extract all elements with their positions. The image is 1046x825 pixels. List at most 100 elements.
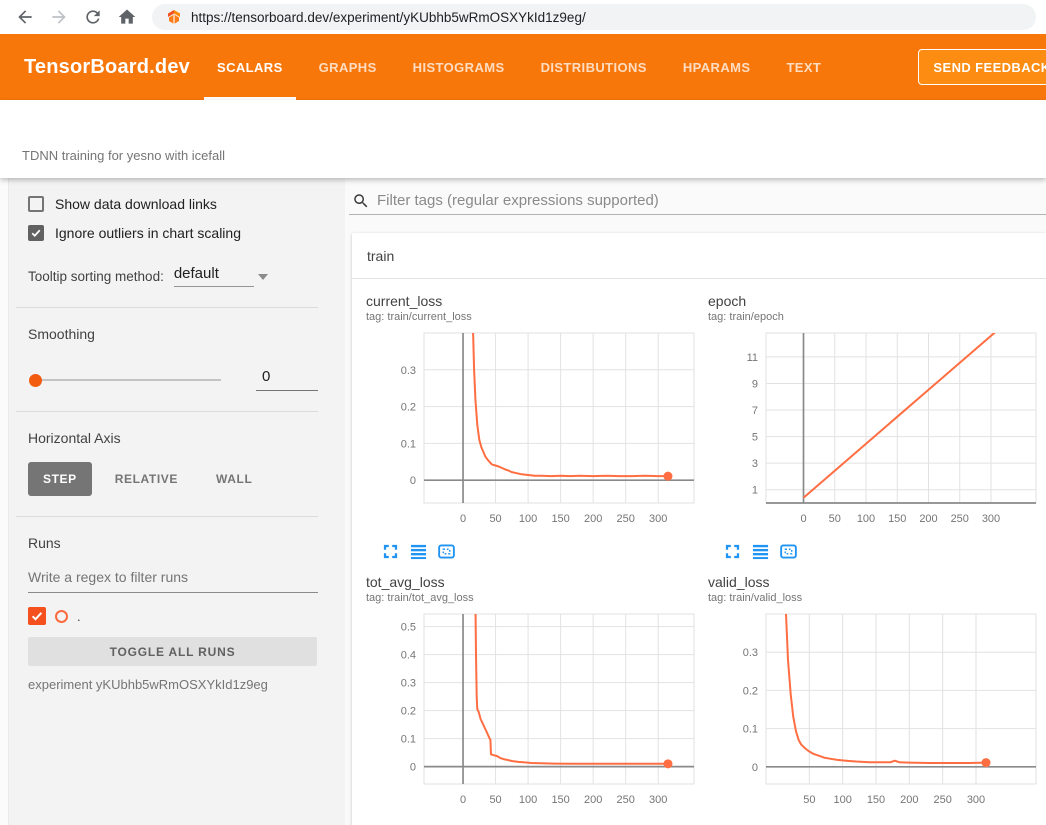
axis-step-button[interactable]: STEP xyxy=(28,462,92,496)
chevron-down-icon xyxy=(258,274,268,280)
svg-text:200: 200 xyxy=(584,794,602,806)
nav-tabs: SCALARS GRAPHS HISTOGRAMS DISTRIBUTIONS HPAR… xyxy=(212,34,852,100)
svg-text:50: 50 xyxy=(829,513,841,525)
checkbox-checked-icon[interactable] xyxy=(28,225,44,241)
series-line xyxy=(784,608,986,763)
svg-text:200: 200 xyxy=(919,513,937,525)
chart-card-tot_avg_loss: tot_avg_losstag: train/tot_avg_loss05010… xyxy=(362,574,702,825)
chart-tag: tag: train/current_loss xyxy=(362,311,702,323)
smoothing-label: Smoothing xyxy=(28,326,318,342)
runs-label: Runs xyxy=(28,535,318,551)
url-text: https://tensorboard.dev/experiment/yKUbh… xyxy=(191,10,586,25)
send-feedback-button[interactable]: SEND FEEDBACK xyxy=(918,49,1046,85)
chart-actions xyxy=(704,542,1044,560)
back-icon[interactable] xyxy=(15,7,35,27)
svg-text:3: 3 xyxy=(752,458,758,470)
search-icon xyxy=(352,192,370,210)
selected-value: default xyxy=(174,265,219,282)
svg-text:0.1: 0.1 xyxy=(401,438,416,450)
svg-text:300: 300 xyxy=(982,513,1000,525)
data-table-icon[interactable] xyxy=(752,543,769,560)
experiment-id-note: experiment yKUbhb5wRmOSXYkId1z9eg xyxy=(28,677,318,692)
chart-title: tot_avg_loss xyxy=(362,574,702,590)
svg-text:100: 100 xyxy=(857,513,875,525)
expand-chart-icon[interactable] xyxy=(724,543,741,560)
svg-text:100: 100 xyxy=(833,794,851,806)
smoothing-slider[interactable] xyxy=(31,379,221,381)
last-point-marker xyxy=(663,472,672,481)
toggle-all-runs-button[interactable]: TOGGLE ALL RUNS xyxy=(28,637,317,666)
smoothing-value[interactable]: 0 xyxy=(256,368,318,391)
chart-title: epoch xyxy=(704,293,1044,309)
last-point-marker xyxy=(663,759,672,768)
tag-filter-input[interactable] xyxy=(377,192,1046,209)
svg-text:7: 7 xyxy=(752,405,758,417)
chart-plot-tot_avg_loss[interactable]: 05010015020025030000.10.20.30.40.5 xyxy=(362,608,702,820)
svg-text:0: 0 xyxy=(460,794,466,806)
chart-plot-epoch[interactable]: 0501001502002503001357911 xyxy=(704,327,1044,539)
slider-thumb[interactable] xyxy=(29,374,42,387)
sidebar-scrollbar[interactable] xyxy=(0,178,9,825)
chart-title: current_loss xyxy=(362,293,702,309)
svg-text:0.5: 0.5 xyxy=(401,622,416,634)
horizontal-axis-label: Horizontal Axis xyxy=(28,430,318,446)
tab-graphs[interactable]: GRAPHS xyxy=(314,34,382,100)
series-line xyxy=(804,328,1001,498)
tab-hparams[interactable]: HPARAMS xyxy=(678,34,756,100)
runs-filter-input[interactable] xyxy=(28,563,318,593)
svg-text:150: 150 xyxy=(551,794,569,806)
svg-text:0: 0 xyxy=(410,475,416,487)
svg-text:150: 150 xyxy=(888,513,906,525)
forward-icon[interactable] xyxy=(49,7,69,27)
svg-text:0: 0 xyxy=(460,513,466,525)
svg-text:150: 150 xyxy=(867,794,885,806)
svg-text:5: 5 xyxy=(752,432,758,444)
show-download-links-checkbox[interactable]: Show data download links xyxy=(28,196,318,212)
fit-domain-to-data-icon[interactable] xyxy=(438,543,455,560)
smoothing-section: Smoothing 0 xyxy=(9,308,345,411)
svg-text:300: 300 xyxy=(967,794,985,806)
tab-text[interactable]: TEXT xyxy=(781,34,826,100)
experiment-header: TDNN training for yesno with icefall xyxy=(0,100,1046,178)
chart-card-valid_loss: valid_losstag: train/valid_loss501001502… xyxy=(704,574,1044,825)
axis-wall-button[interactable]: WALL xyxy=(201,462,267,496)
checkbox-unchecked-icon[interactable] xyxy=(28,196,44,212)
checkbox-label: Ignore outliers in chart scaling xyxy=(55,225,241,241)
tab-histograms[interactable]: HISTOGRAMS xyxy=(408,34,510,100)
svg-text:0.4: 0.4 xyxy=(401,650,416,662)
chart-plot-current_loss[interactable]: 05010015020025030000.10.20.3 xyxy=(362,327,702,539)
tab-distributions[interactable]: DISTRIBUTIONS xyxy=(536,34,652,100)
svg-text:50: 50 xyxy=(803,794,815,806)
runs-section: Runs . TOGGLE ALL RUNS experiment yKUbhb… xyxy=(9,517,345,712)
svg-text:0.2: 0.2 xyxy=(401,706,416,718)
run-checkbox-checked-icon[interactable] xyxy=(28,607,46,625)
ignore-outliers-checkbox[interactable]: Ignore outliers in chart scaling xyxy=(28,225,318,241)
tab-scalars[interactable]: SCALARS xyxy=(212,34,288,100)
chart-plot-valid_loss[interactable]: 5010015020025030000.10.20.3 xyxy=(704,608,1044,820)
svg-text:0: 0 xyxy=(410,762,416,774)
tooltip-sorting-select[interactable]: default xyxy=(174,265,254,287)
expand-chart-icon[interactable] xyxy=(382,543,399,560)
svg-text:11: 11 xyxy=(747,352,758,364)
chart-tag: tag: train/valid_loss xyxy=(704,592,1044,604)
axis-relative-button[interactable]: RELATIVE xyxy=(100,462,193,496)
svg-text:300: 300 xyxy=(649,513,667,525)
section-header-train[interactable]: train xyxy=(352,233,1046,279)
home-icon[interactable] xyxy=(117,7,137,27)
chart-card-epoch: epochtag: train/epoch0501001502002503001… xyxy=(704,293,1044,560)
address-bar[interactable]: https://tensorboard.dev/experiment/yKUbh… xyxy=(152,4,1036,30)
series-line xyxy=(475,608,668,764)
run-row[interactable]: . xyxy=(28,607,318,625)
data-table-icon[interactable] xyxy=(410,543,427,560)
settings-sidebar: Show data download links Ignore outliers… xyxy=(0,178,345,825)
horizontal-axis-section: Horizontal Axis STEP RELATIVE WALL xyxy=(9,412,345,516)
last-point-marker xyxy=(982,758,991,767)
tensorboard-favicon xyxy=(166,9,182,25)
svg-text:9: 9 xyxy=(752,378,758,390)
fit-domain-to-data-icon[interactable] xyxy=(780,543,797,560)
reload-icon[interactable] xyxy=(83,7,103,27)
svg-text:100: 100 xyxy=(519,513,537,525)
charts-grid: current_losstag: train/current_loss05010… xyxy=(352,279,1046,825)
svg-text:0.1: 0.1 xyxy=(743,724,758,736)
svg-text:0.2: 0.2 xyxy=(401,402,416,414)
